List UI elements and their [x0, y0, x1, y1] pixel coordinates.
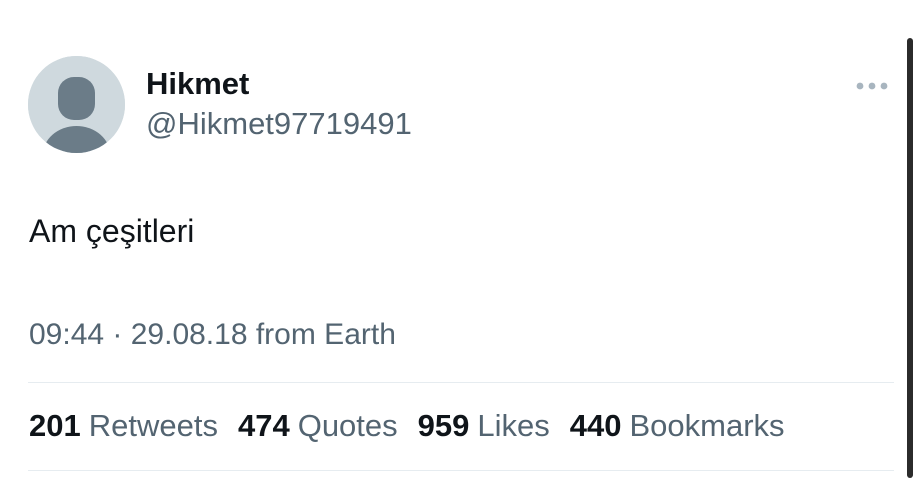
- quotes-count: 474: [237, 408, 290, 443]
- tweet-detail: Hikmet @Hikmet97719491 Am çeşitleri 09:4…: [0, 0, 922, 483]
- quotes-label: Quotes: [297, 408, 398, 443]
- bookmarks-count: 440: [569, 408, 622, 443]
- divider: [28, 382, 894, 383]
- likes-label: Likes: [477, 408, 550, 443]
- retweets-stat[interactable]: 201 Retweets: [29, 408, 218, 444]
- avatar[interactable]: [28, 56, 125, 153]
- engagement-stats: 201 Retweets 474 Quotes 959 Likes 440 Bookma…: [29, 408, 785, 444]
- author-display-name[interactable]: Hikmet: [146, 66, 249, 102]
- tweet-timestamp-source[interactable]: 09:44 · 29.08.18 from Earth: [29, 318, 396, 352]
- likes-stat[interactable]: 959 Likes: [418, 408, 550, 444]
- more-horizontal-icon: [856, 82, 888, 90]
- retweets-label: Retweets: [88, 408, 218, 443]
- default-profile-icon: [28, 56, 125, 153]
- bookmarks-stat[interactable]: 440 Bookmarks: [570, 408, 785, 444]
- bookmarks-label: Bookmarks: [629, 408, 785, 443]
- tweet-text: Am çeşitleri: [29, 213, 195, 249]
- more-options-button[interactable]: [852, 76, 892, 96]
- author-handle[interactable]: @Hikmet97719491: [146, 106, 412, 142]
- scrollbar[interactable]: [907, 38, 913, 478]
- retweets-count: 201: [29, 408, 81, 443]
- likes-count: 959: [417, 408, 470, 443]
- quotes-stat[interactable]: 474 Quotes: [238, 408, 398, 444]
- divider: [28, 470, 894, 471]
